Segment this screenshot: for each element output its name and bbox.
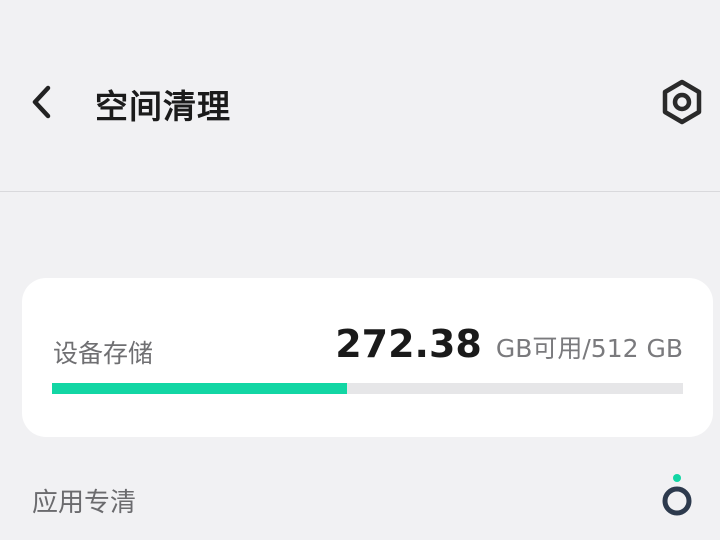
storage-progress-fill: [52, 383, 348, 394]
hexagon-gear-icon: [662, 79, 702, 125]
top-app-bar: 空间清理: [0, 0, 720, 192]
storage-label: 设备存储: [53, 339, 154, 368]
chevron-left-icon: [32, 85, 51, 119]
storage-capacity-text: GB可用/512 GB: [495, 334, 683, 363]
settings-button[interactable]: [656, 76, 708, 128]
storage-progress-bar: [52, 383, 683, 394]
page-title: 空间清理: [95, 87, 231, 126]
storage-available-amount: 272.38: [335, 322, 482, 366]
app-clean-icon[interactable]: [656, 472, 698, 522]
storage-card[interactable]: 设备存储 272.38 GB可用/512 GB: [22, 278, 713, 437]
storage-value: 272.38 GB可用/512 GB: [335, 322, 683, 366]
app-clean-section-label: 应用专清: [32, 488, 137, 518]
back-button[interactable]: [20, 78, 64, 126]
